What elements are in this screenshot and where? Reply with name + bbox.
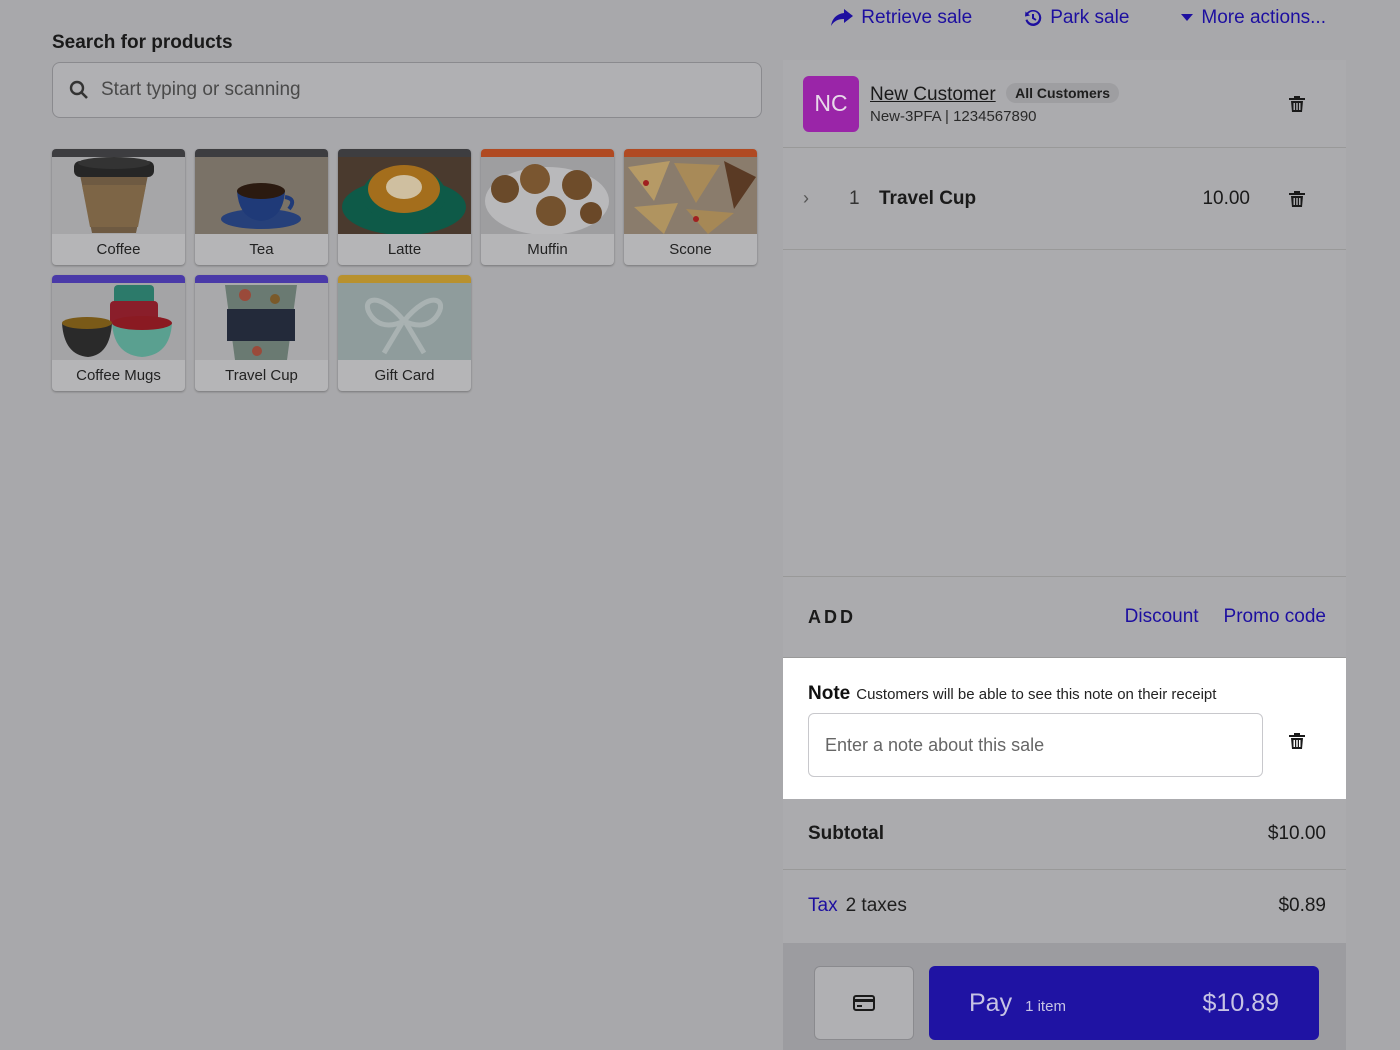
add-links: Discount Promo code xyxy=(1125,606,1326,628)
retrieve-sale-button[interactable]: Retrieve sale xyxy=(831,7,972,29)
sale-panel: NC New Customer All Customers New-3PFA |… xyxy=(783,60,1346,1050)
category-strip xyxy=(52,275,185,283)
product-panel: Search for products Coffee xyxy=(52,28,762,391)
search-icon xyxy=(69,80,88,99)
subtotal-value: $10.00 xyxy=(1267,823,1326,844)
note-header: Note Customers will be able to see this … xyxy=(808,683,1326,705)
coffee-image xyxy=(52,157,185,234)
note-title: Note xyxy=(808,683,851,704)
product-label: Muffin xyxy=(527,241,568,258)
category-strip xyxy=(338,275,471,283)
tax-count: 2 taxes xyxy=(845,894,907,916)
search-box[interactable] xyxy=(52,62,762,118)
gift-bow-icon xyxy=(364,297,444,355)
product-tile-coffee[interactable]: Coffee xyxy=(52,149,185,265)
add-row: ADD Discount Promo code xyxy=(783,577,1346,658)
tax-value: $0.89 xyxy=(1278,894,1326,916)
product-tile-gift-card[interactable]: Gift Card xyxy=(338,275,471,391)
product-label: Gift Card xyxy=(374,367,435,384)
travel-cup-image xyxy=(195,283,328,360)
category-strip xyxy=(195,149,328,157)
pay-amount: $10.89 xyxy=(1202,988,1279,1017)
product-tile-travel-cup[interactable]: Travel Cup xyxy=(195,275,328,391)
note-hint: Customers will be able to see this note … xyxy=(856,686,1217,703)
product-tile-tea[interactable]: Tea xyxy=(195,149,328,265)
product-tile-scone[interactable]: Scone xyxy=(624,149,757,265)
product-label: Coffee xyxy=(96,241,141,258)
latte-image xyxy=(338,157,471,234)
top-actions: Retrieve sale Park sale More actions... xyxy=(831,0,1326,36)
remove-customer-trash-icon[interactable] xyxy=(1288,95,1306,113)
search-input[interactable] xyxy=(101,79,745,101)
product-label: Latte xyxy=(387,241,422,258)
search-label: Search for products xyxy=(52,32,233,53)
gift-card-image xyxy=(338,283,471,360)
category-strip xyxy=(195,275,328,283)
park-sale-label: Park sale xyxy=(1050,7,1130,28)
line-item-qty: 1 xyxy=(849,187,860,209)
avatar: NC xyxy=(803,75,859,132)
discount-link[interactable]: Discount xyxy=(1125,606,1199,628)
category-strip xyxy=(338,149,471,157)
cart-empty-space xyxy=(783,250,1346,577)
pay-bar: Pay 1 item $10.89 xyxy=(783,943,1346,1050)
tax-row: Tax 2 taxes $0.89 xyxy=(783,870,1346,941)
note-panel: Note Customers will be able to see this … xyxy=(783,658,1346,799)
product-label: Coffee Mugs xyxy=(76,367,161,384)
line-item-name: Travel Cup xyxy=(879,187,977,209)
caret-down-icon xyxy=(1181,14,1194,21)
park-sale-button[interactable]: Park sale xyxy=(1024,7,1129,29)
line-item-row[interactable]: › 1 Travel Cup 10.00 xyxy=(783,148,1346,250)
customer-info: New Customer All Customers New-3PFA | 12… xyxy=(870,82,1120,125)
subtotal-row: Subtotal $10.00 xyxy=(783,799,1346,870)
share-arrow-icon xyxy=(831,9,854,26)
tea-image xyxy=(195,157,328,234)
promo-code-link[interactable]: Promo code xyxy=(1224,606,1326,628)
chevron-right-icon[interactable]: › xyxy=(803,188,827,209)
more-actions-label: More actions... xyxy=(1201,7,1326,28)
note-input[interactable] xyxy=(808,713,1263,777)
history-clock-icon xyxy=(1025,9,1042,26)
add-title: ADD xyxy=(808,606,856,627)
category-strip xyxy=(624,149,757,157)
product-tile-latte[interactable]: Latte xyxy=(338,149,471,265)
product-tile-coffee-mugs[interactable]: Coffee Mugs xyxy=(52,275,185,391)
product-label: Tea xyxy=(249,241,274,258)
subtotal-label: Subtotal xyxy=(808,823,884,844)
product-grid: Coffee Tea Latte Muffin Scone Coffee Mug… xyxy=(52,149,762,391)
customer-row: NC New Customer All Customers New-3PFA |… xyxy=(783,60,1346,148)
pay-button[interactable]: Pay 1 item $10.89 xyxy=(929,966,1319,1040)
retrieve-sale-label: Retrieve sale xyxy=(861,7,973,28)
scone-image xyxy=(624,157,757,234)
category-strip xyxy=(52,149,185,157)
category-strip xyxy=(481,149,614,157)
line-item-price: 10.00 xyxy=(1202,187,1250,209)
customer-code: New-3PFA | 1234567890 xyxy=(870,107,1037,125)
customer-name-link[interactable]: New Customer xyxy=(870,84,996,105)
remove-line-item-trash-icon[interactable] xyxy=(1288,190,1306,208)
product-label: Scone xyxy=(669,241,712,258)
pay-item-count: 1 item xyxy=(1025,997,1066,1015)
credit-card-icon xyxy=(853,995,875,1011)
coffee-mugs-image xyxy=(52,283,185,360)
more-actions-button[interactable]: More actions... xyxy=(1181,7,1326,29)
product-tile-muffin[interactable]: Muffin xyxy=(481,149,614,265)
pay-label: Pay xyxy=(969,988,1013,1017)
card-payment-button[interactable] xyxy=(814,966,914,1040)
remove-note-trash-icon[interactable] xyxy=(1288,732,1306,750)
muffin-image xyxy=(481,157,614,234)
product-label: Travel Cup xyxy=(225,367,298,384)
customer-group-badge: All Customers xyxy=(1006,82,1120,103)
tax-link[interactable]: Tax xyxy=(808,895,838,917)
